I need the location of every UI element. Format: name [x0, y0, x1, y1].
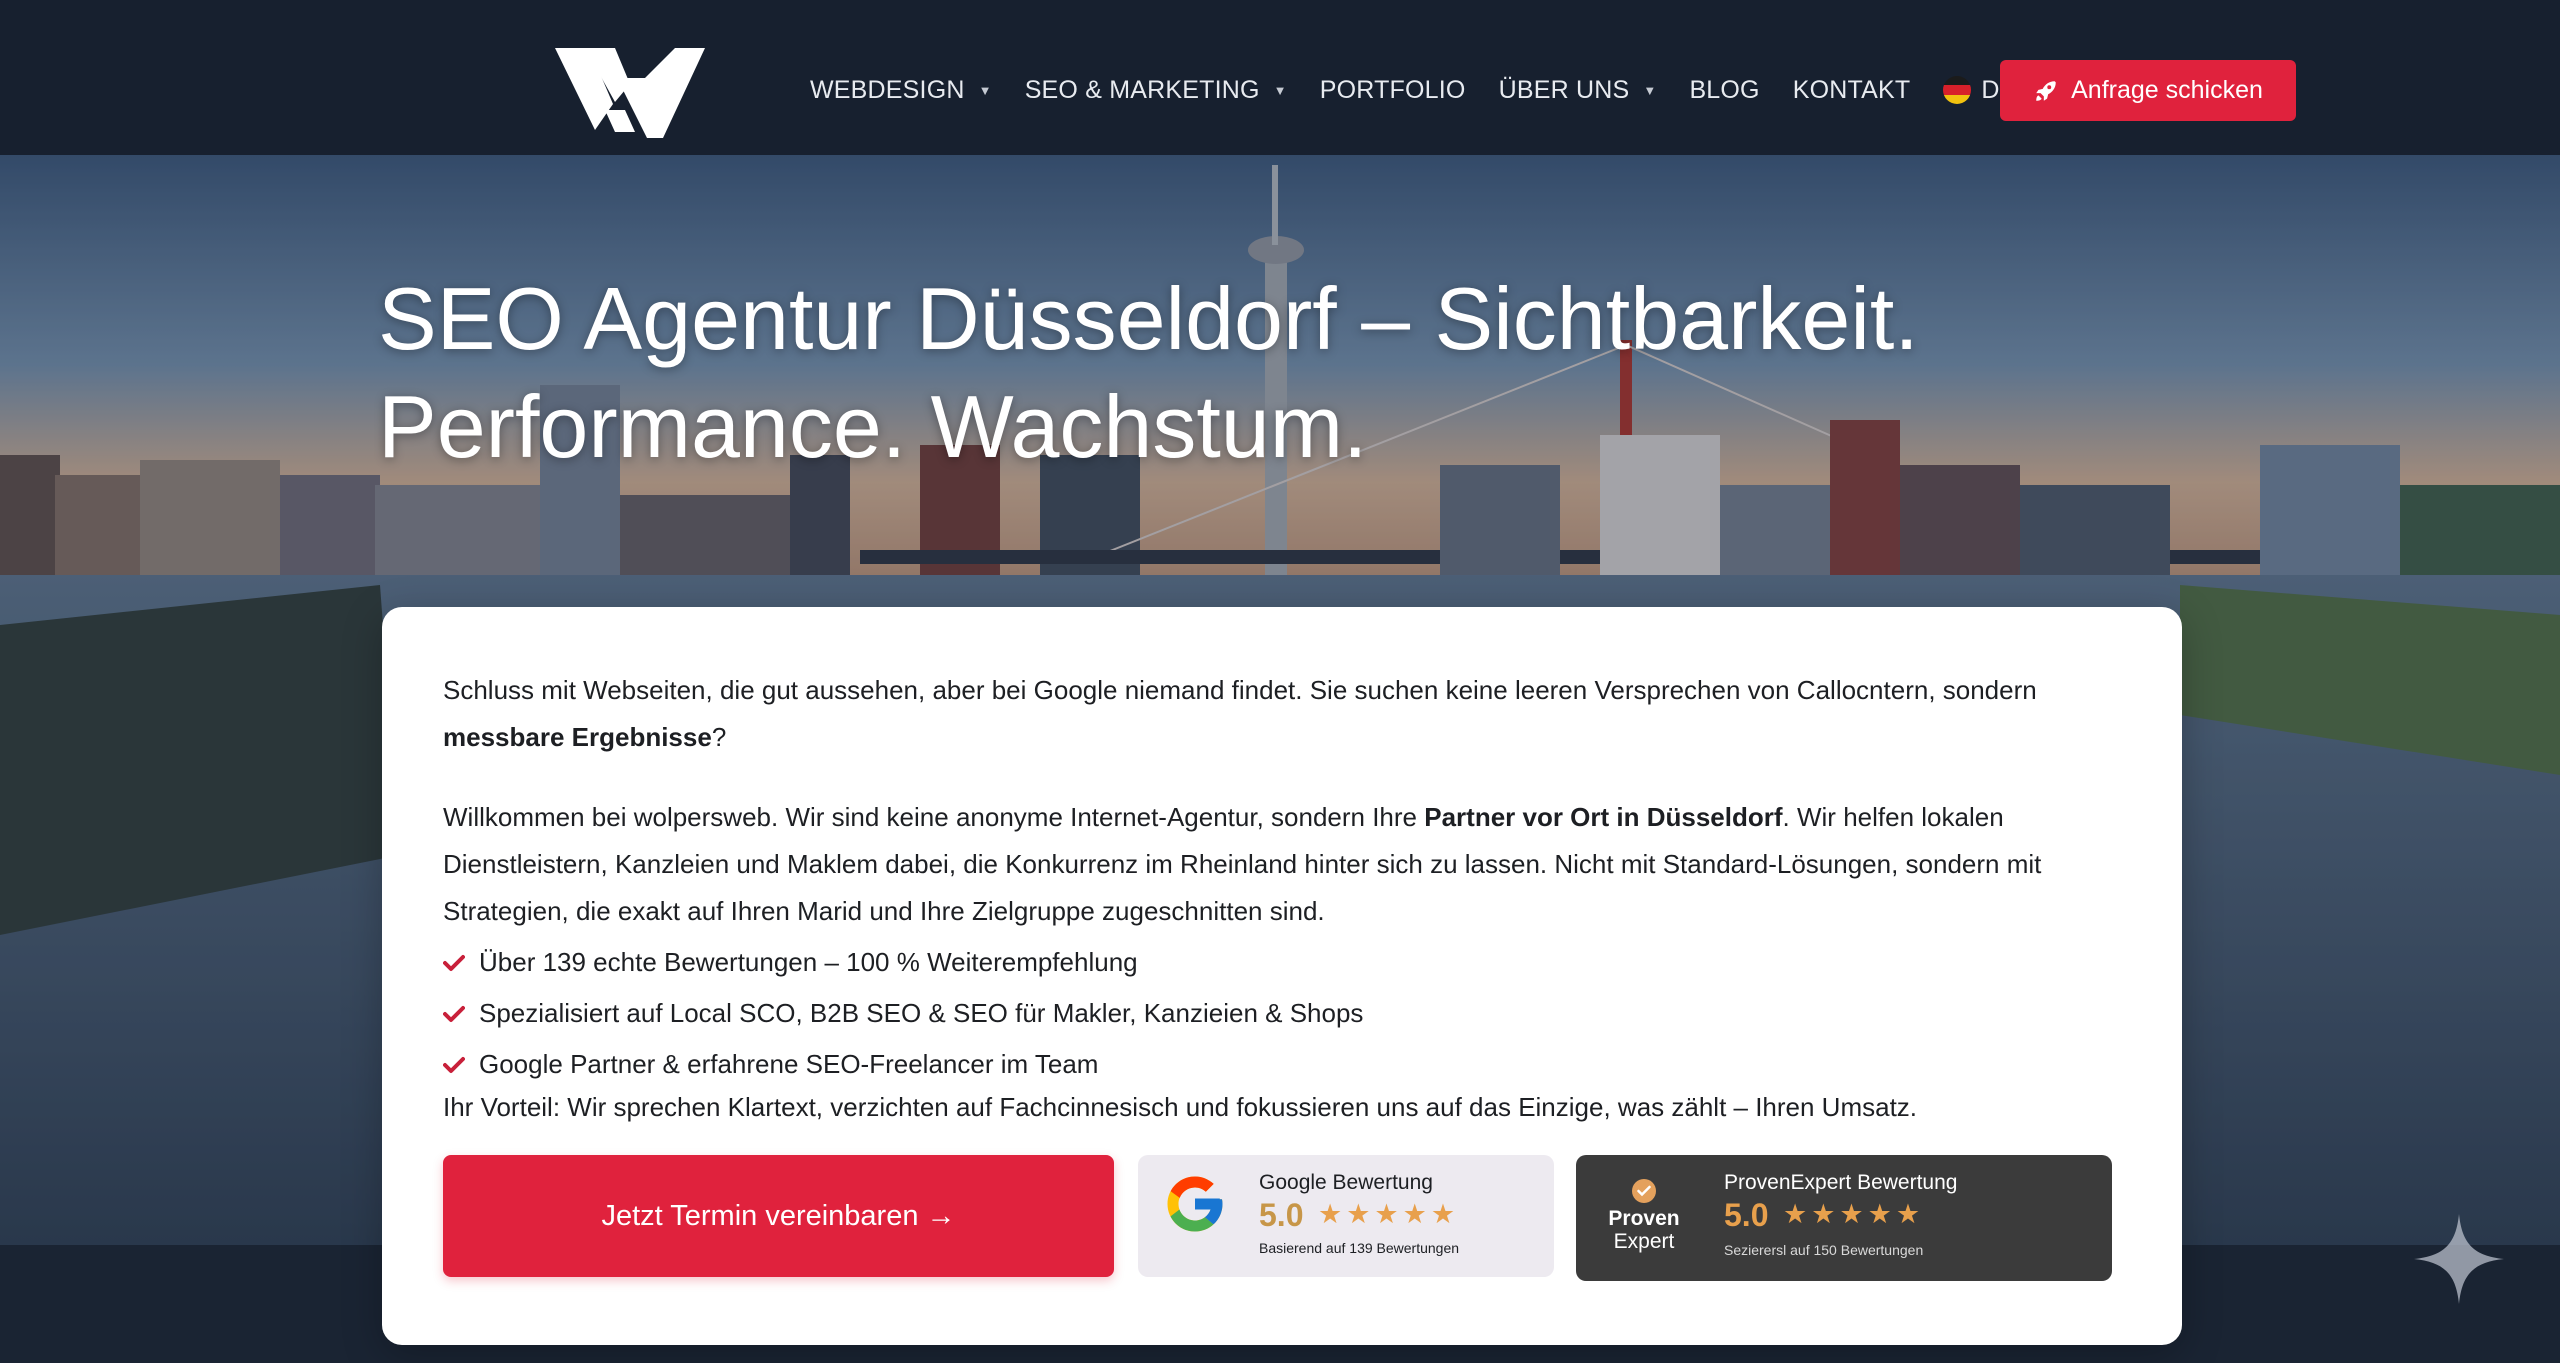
nav-label: ÜBER UNS	[1498, 75, 1630, 104]
nav-label: WEBDESIGN	[810, 75, 965, 104]
google-badge-score: 5.0	[1259, 1197, 1304, 1233]
welcome-paragraph: Willkommen bei wolpersweb. Wir sind kein…	[443, 794, 2103, 935]
main-navigation: WEBDESIGN ▼ SEO & MARKETING ▼ PORTFOLIO …	[810, 70, 2077, 110]
chevron-down-icon: ▼	[1273, 82, 1287, 98]
pe-logo-line1: Proven	[1608, 1207, 1680, 1230]
book-appointment-button[interactable]: Jetzt Termin vereinbaren →	[443, 1155, 1114, 1277]
pe-logo-line2: Expert	[1613, 1230, 1675, 1253]
google-rating-badge[interactable]: Google Bewertung 5.0 ★★★★★ Basierend auf…	[1138, 1155, 1554, 1277]
nav-ueber-uns[interactable]: ÜBER UNS ▼	[1499, 76, 1657, 105]
title-line-2: Performance. Wachstum.	[378, 377, 1368, 476]
intro-text-end: ?	[711, 722, 727, 752]
intro-text: Schluss mit Webseiten, die gut aussehen,…	[443, 675, 2037, 705]
germany-flag-icon	[1943, 76, 1972, 104]
list-item: Über 139 echte Bewertungen – 100 % Weite…	[443, 937, 1363, 988]
page-title: SEO Agentur Düsseldorf – Sichtbarkeit. P…	[378, 265, 2078, 481]
intro-card: Schluss mit Webseiten, die gut aussehen,…	[382, 607, 2182, 1345]
chevron-down-icon: ▼	[978, 82, 992, 98]
chevron-down-icon: ▼	[1643, 82, 1657, 98]
google-badge-subtitle: Basierend auf 139 Bewertungen	[1259, 1240, 1460, 1256]
nav-label: BLOG	[1689, 75, 1760, 104]
intro-paragraph: Schluss mit Webseiten, die gut aussehen,…	[443, 667, 2143, 761]
nav-blog[interactable]: BLOG	[1689, 76, 1759, 105]
pe-badge-score: 5.0	[1724, 1197, 1769, 1233]
nav-portfolio[interactable]: PORTFOLIO	[1320, 76, 1466, 105]
benefit-text: Google Partner & erfahrene SEO-Freelance…	[479, 1049, 1099, 1079]
nav-label: PORTFOLIO	[1319, 75, 1466, 104]
sparkle-icon	[2414, 1214, 2504, 1304]
intro-emphasis: messbare Ergebnisse	[443, 722, 712, 752]
google-badge-stars: ★★★★★	[1318, 1199, 1460, 1229]
site-header: WEBDESIGN ▼ SEO & MARKETING ▼ PORTFOLIO …	[0, 0, 2560, 155]
request-button[interactable]: Anfrage schicken	[2000, 60, 2296, 121]
benefit-text: Spezialisiert auf Local SCO, B2B SEO & S…	[479, 998, 1364, 1028]
benefit-text: Über 139 echte Bewertungen – 100 % Weite…	[479, 947, 1138, 977]
google-badge-title: Google Bewertung	[1259, 1171, 1433, 1194]
nav-label: SEO & MARKETING	[1024, 75, 1260, 104]
advantage-paragraph: Ihr Vorteil: Wir sprechen Klartext, verz…	[443, 1092, 1918, 1122]
checkmark-icon	[443, 954, 469, 972]
provenexpert-logo: Proven Expert	[1594, 1179, 1694, 1259]
request-button-label: Anfrage schicken	[2071, 76, 2263, 104]
google-logo-icon	[1167, 1176, 1223, 1232]
welcome-text: Willkommen bei wolpersweb. Wir sind kein…	[443, 802, 1425, 832]
pe-badge-stars: ★★★★★	[1783, 1199, 1925, 1229]
welcome-emphasis: Partner vor Ort in Düsseldorf	[1424, 802, 1783, 832]
pe-badge-title: ProvenExpert Bewertung	[1724, 1171, 1958, 1194]
nav-label: KONTAKT	[1792, 75, 1911, 104]
provenexpert-rating-badge[interactable]: Proven Expert ProvenExpert Bewertung 5.0…	[1576, 1155, 2112, 1281]
checkmark-icon	[443, 1005, 469, 1023]
nav-seo-marketing[interactable]: SEO & MARKETING ▼	[1025, 76, 1287, 105]
nav-kontakt[interactable]: KONTAKT	[1793, 76, 1911, 105]
pe-badge-subtitle: Sezierersl auf 150 Bewertungen	[1724, 1242, 1924, 1258]
list-item: Spezialisiert auf Local SCO, B2B SEO & S…	[443, 988, 1363, 1039]
title-line-1: SEO Agentur Düsseldorf – Sichtbarkeit.	[378, 269, 1919, 368]
book-appointment-label: Jetzt Termin vereinbaren →	[601, 1199, 956, 1232]
wolpersweb-logo[interactable]	[555, 40, 705, 138]
checkmark-icon	[443, 1056, 469, 1074]
benefits-list: Über 139 echte Bewertungen – 100 % Weite…	[443, 937, 1363, 1090]
check-icon	[1632, 1179, 1656, 1203]
rocket-icon	[2036, 80, 2056, 101]
nav-webdesign[interactable]: WEBDESIGN ▼	[810, 76, 992, 105]
